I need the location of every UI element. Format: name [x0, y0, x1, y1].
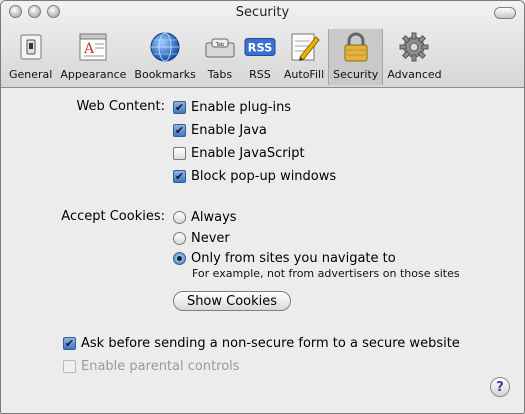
- accept-cookies-label: Accept Cookies:: [61, 209, 165, 224]
- parental-controls-option: Enable parental controls: [63, 357, 240, 375]
- tab-label: Bookmarks: [134, 68, 196, 81]
- enable-javascript-option[interactable]: Enable JavaScript: [173, 144, 305, 162]
- tab-bookmarks[interactable]: Bookmarks: [130, 29, 199, 85]
- cookies-always-option[interactable]: Always: [173, 208, 237, 226]
- tabs-icon: Tab: [204, 31, 236, 63]
- gear-icon: [398, 31, 430, 63]
- switch-icon: [15, 31, 47, 63]
- cookies-always-radio[interactable]: [173, 210, 186, 224]
- parental-controls-label: Enable parental controls: [81, 358, 240, 374]
- tab-tabs[interactable]: Tab Tabs: [200, 29, 240, 85]
- tab-general[interactable]: General: [5, 29, 56, 85]
- preferences-window: Security General A Appearance Bookmarks …: [0, 0, 525, 414]
- window-title: Security: [235, 5, 290, 20]
- cookies-only-visited-radio[interactable]: [173, 251, 186, 265]
- tab-label: Security: [333, 68, 379, 81]
- block-popups-option[interactable]: Block pop-up windows: [173, 167, 336, 185]
- pencil-form-icon: [288, 31, 320, 63]
- show-cookies-button[interactable]: Show Cookies: [173, 291, 291, 311]
- enable-java-option[interactable]: Enable Java: [173, 121, 267, 139]
- tab-label: Tabs: [207, 68, 233, 81]
- ask-nonsecure-form-label: Ask before sending a non-secure form to …: [81, 335, 460, 351]
- tab-label: AutoFill: [283, 68, 325, 81]
- preferences-tabs: General A Appearance Bookmarks Tab Tabs …: [5, 29, 446, 85]
- web-content-label: Web Content:: [76, 99, 165, 114]
- block-popups-checkbox[interactable]: [173, 169, 186, 183]
- enable-plugins-checkbox[interactable]: [173, 100, 186, 114]
- ask-nonsecure-form-checkbox[interactable]: [63, 336, 76, 350]
- cookies-note: For example, not from advertisers on tho…: [192, 267, 460, 280]
- toolbar-toggle-button[interactable]: [494, 7, 516, 19]
- globe-icon: [149, 31, 181, 63]
- tab-appearance[interactable]: A Appearance: [56, 29, 130, 85]
- enable-java-checkbox[interactable]: [173, 123, 186, 137]
- block-popups-label: Block pop-up windows: [191, 168, 337, 184]
- tab-label: RSS: [249, 68, 271, 81]
- parental-controls-checkbox: [63, 359, 76, 373]
- cookies-never-radio[interactable]: [173, 231, 186, 245]
- tab-autofill[interactable]: AutoFill: [280, 29, 328, 85]
- toolbar: Security General A Appearance Bookmarks …: [1, 1, 524, 88]
- rss-icon-text: RSS: [248, 42, 272, 55]
- enable-javascript-checkbox[interactable]: [173, 146, 186, 160]
- font-icon: A: [77, 31, 109, 63]
- tab-advanced[interactable]: Advanced: [383, 29, 445, 85]
- enable-plugins-option[interactable]: Enable plug-ins: [173, 98, 291, 116]
- tab-security[interactable]: Security: [328, 29, 384, 85]
- tab-rss[interactable]: RSS RSS: [240, 29, 280, 85]
- lock-icon: [340, 31, 372, 63]
- rss-icon: RSS: [244, 31, 276, 63]
- security-pane: Web Content: Enable plug-ins Enable Java…: [1, 88, 524, 413]
- tab-label: General: [9, 68, 53, 81]
- tabs-icon-text: Tab: [215, 42, 224, 48]
- cookies-always-label: Always: [191, 209, 237, 225]
- cookies-never-label: Never: [191, 230, 230, 246]
- cookies-never-option[interactable]: Never: [173, 229, 230, 247]
- cookies-only-visited-label: Only from sites you navigate to: [191, 250, 396, 266]
- ask-nonsecure-form-option[interactable]: Ask before sending a non-secure form to …: [63, 334, 460, 352]
- enable-java-label: Enable Java: [191, 122, 267, 138]
- enable-plugins-label: Enable plug-ins: [191, 99, 292, 115]
- help-button[interactable]: ?: [490, 377, 510, 397]
- enable-javascript-label: Enable JavaScript: [191, 145, 305, 161]
- svg-text:A: A: [83, 41, 95, 57]
- tab-label: Advanced: [387, 68, 442, 81]
- cookies-only-visited-option[interactable]: Only from sites you navigate to: [173, 249, 396, 267]
- tab-label: Appearance: [60, 68, 127, 81]
